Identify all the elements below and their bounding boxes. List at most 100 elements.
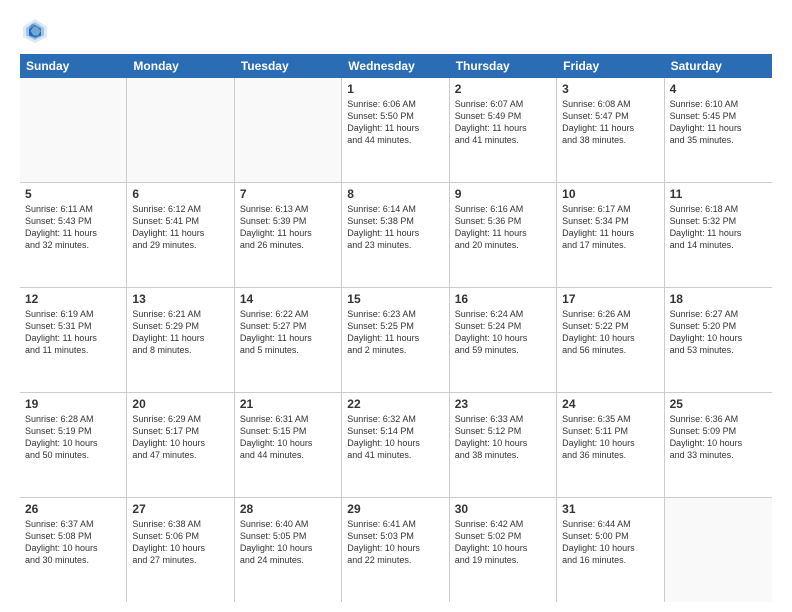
- calendar-cell-r3c3: 22 Sunrise: 6:32 AM Sunset: 5:14 PM Dayli…: [342, 393, 449, 497]
- calendar-cell-r0c1: [127, 78, 234, 182]
- day-info: Sunrise: 6:31 AM Sunset: 5:15 PM Dayligh…: [240, 413, 336, 462]
- calendar-header: SundayMondayTuesdayWednesdayThursdayFrid…: [20, 54, 772, 78]
- day-info: Sunrise: 6:10 AM Sunset: 5:45 PM Dayligh…: [670, 98, 767, 147]
- day-info: Sunrise: 6:36 AM Sunset: 5:09 PM Dayligh…: [670, 413, 767, 462]
- calendar-cell-r0c6: 4 Sunrise: 6:10 AM Sunset: 5:45 PM Daylig…: [665, 78, 772, 182]
- calendar-cell-r4c4: 30Sunrise: 6:42 AM Sunset: 5:02 PM Dayli…: [450, 498, 557, 602]
- day-number: 6: [132, 187, 228, 201]
- day-info: Sunrise: 6:07 AM Sunset: 5:49 PM Dayligh…: [455, 98, 551, 147]
- calendar-row-3: 19 Sunrise: 6:28 AM Sunset: 5:19 PM Dayli…: [20, 393, 772, 498]
- header-day-tuesday: Tuesday: [235, 54, 342, 78]
- calendar-cell-r0c4: 2 Sunrise: 6:07 AM Sunset: 5:49 PM Daylig…: [450, 78, 557, 182]
- day-number: 2: [455, 82, 551, 96]
- header-day-wednesday: Wednesday: [342, 54, 449, 78]
- calendar-cell-r0c3: 1 Sunrise: 6:06 AM Sunset: 5:50 PM Daylig…: [342, 78, 449, 182]
- day-number: 12: [25, 292, 121, 306]
- calendar-cell-r1c4: 9 Sunrise: 6:16 AM Sunset: 5:36 PM Daylig…: [450, 183, 557, 287]
- day-number: 5: [25, 187, 121, 201]
- day-info: Sunrise: 6:38 AM Sunset: 5:06 PM Dayligh…: [132, 518, 228, 567]
- day-info: Sunrise: 6:23 AM Sunset: 5:25 PM Dayligh…: [347, 308, 443, 357]
- day-number: 18: [670, 292, 767, 306]
- calendar-cell-r1c1: 6 Sunrise: 6:12 AM Sunset: 5:41 PM Daylig…: [127, 183, 234, 287]
- day-number: 19: [25, 397, 121, 411]
- day-number: 24: [562, 397, 658, 411]
- day-info: Sunrise: 6:17 AM Sunset: 5:34 PM Dayligh…: [562, 203, 658, 252]
- day-info: Sunrise: 6:18 AM Sunset: 5:32 PM Dayligh…: [670, 203, 767, 252]
- day-info: Sunrise: 6:13 AM Sunset: 5:39 PM Dayligh…: [240, 203, 336, 252]
- day-number: 28: [240, 502, 336, 516]
- day-number: 21: [240, 397, 336, 411]
- header-day-monday: Monday: [127, 54, 234, 78]
- calendar-cell-r0c0: [20, 78, 127, 182]
- day-info: Sunrise: 6:11 AM Sunset: 5:43 PM Dayligh…: [25, 203, 121, 252]
- day-info: Sunrise: 6:35 AM Sunset: 5:11 PM Dayligh…: [562, 413, 658, 462]
- day-number: 9: [455, 187, 551, 201]
- day-number: 13: [132, 292, 228, 306]
- day-info: Sunrise: 6:32 AM Sunset: 5:14 PM Dayligh…: [347, 413, 443, 462]
- calendar-cell-r4c0: 26 Sunrise: 6:37 AM Sunset: 5:08 PM Dayli…: [20, 498, 127, 602]
- day-info: Sunrise: 6:42 AM Sunset: 5:02 PM Dayligh…: [455, 518, 551, 567]
- calendar-cell-r2c6: 18 Sunrise: 6:27 AM Sunset: 5:20 PM Dayli…: [665, 288, 772, 392]
- logo: [20, 16, 54, 46]
- calendar-cell-r0c5: 3 Sunrise: 6:08 AM Sunset: 5:47 PM Daylig…: [557, 78, 664, 182]
- day-number: 22: [347, 397, 443, 411]
- day-number: 3: [562, 82, 658, 96]
- header-day-sunday: Sunday: [20, 54, 127, 78]
- day-number: 10: [562, 187, 658, 201]
- calendar-cell-r1c5: 10 Sunrise: 6:17 AM Sunset: 5:34 PM Dayli…: [557, 183, 664, 287]
- day-info: Sunrise: 6:40 AM Sunset: 5:05 PM Dayligh…: [240, 518, 336, 567]
- calendar-cell-r4c2: 28 Sunrise: 6:40 AM Sunset: 5:05 PM Dayli…: [235, 498, 342, 602]
- day-info: Sunrise: 6:33 AM Sunset: 5:12 PM Dayligh…: [455, 413, 551, 462]
- day-info: Sunrise: 6:29 AM Sunset: 5:17 PM Dayligh…: [132, 413, 228, 462]
- calendar-cell-r1c3: 8Sunrise: 6:14 AM Sunset: 5:38 PM Daylig…: [342, 183, 449, 287]
- day-info: Sunrise: 6:26 AM Sunset: 5:22 PM Dayligh…: [562, 308, 658, 357]
- day-number: 4: [670, 82, 767, 96]
- day-info: Sunrise: 6:06 AM Sunset: 5:50 PM Dayligh…: [347, 98, 443, 147]
- day-number: 23: [455, 397, 551, 411]
- calendar-row-1: 5 Sunrise: 6:11 AM Sunset: 5:43 PM Daylig…: [20, 183, 772, 288]
- day-number: 31: [562, 502, 658, 516]
- calendar-body: 1 Sunrise: 6:06 AM Sunset: 5:50 PM Daylig…: [20, 78, 772, 602]
- header-day-thursday: Thursday: [450, 54, 557, 78]
- calendar-cell-r2c2: 14Sunrise: 6:22 AM Sunset: 5:27 PM Dayli…: [235, 288, 342, 392]
- day-info: Sunrise: 6:12 AM Sunset: 5:41 PM Dayligh…: [132, 203, 228, 252]
- calendar-cell-r1c0: 5 Sunrise: 6:11 AM Sunset: 5:43 PM Daylig…: [20, 183, 127, 287]
- day-info: Sunrise: 6:41 AM Sunset: 5:03 PM Dayligh…: [347, 518, 443, 567]
- calendar-row-2: 12Sunrise: 6:19 AM Sunset: 5:31 PM Dayli…: [20, 288, 772, 393]
- calendar-cell-r2c1: 13 Sunrise: 6:21 AM Sunset: 5:29 PM Dayli…: [127, 288, 234, 392]
- day-info: Sunrise: 6:14 AM Sunset: 5:38 PM Dayligh…: [347, 203, 443, 252]
- day-info: Sunrise: 6:22 AM Sunset: 5:27 PM Dayligh…: [240, 308, 336, 357]
- day-number: 17: [562, 292, 658, 306]
- calendar-cell-r4c1: 27 Sunrise: 6:38 AM Sunset: 5:06 PM Dayli…: [127, 498, 234, 602]
- calendar-cell-r4c5: 31 Sunrise: 6:44 AM Sunset: 5:00 PM Dayli…: [557, 498, 664, 602]
- day-info: Sunrise: 6:44 AM Sunset: 5:00 PM Dayligh…: [562, 518, 658, 567]
- header: [20, 16, 772, 46]
- calendar-cell-r4c3: 29 Sunrise: 6:41 AM Sunset: 5:03 PM Dayli…: [342, 498, 449, 602]
- day-number: 27: [132, 502, 228, 516]
- day-number: 29: [347, 502, 443, 516]
- day-number: 1: [347, 82, 443, 96]
- calendar-cell-r3c5: 24 Sunrise: 6:35 AM Sunset: 5:11 PM Dayli…: [557, 393, 664, 497]
- calendar-cell-r4c6: [665, 498, 772, 602]
- calendar-cell-r2c0: 12Sunrise: 6:19 AM Sunset: 5:31 PM Dayli…: [20, 288, 127, 392]
- calendar-cell-r3c4: 23 Sunrise: 6:33 AM Sunset: 5:12 PM Dayli…: [450, 393, 557, 497]
- day-number: 11: [670, 187, 767, 201]
- day-number: 7: [240, 187, 336, 201]
- day-info: Sunrise: 6:16 AM Sunset: 5:36 PM Dayligh…: [455, 203, 551, 252]
- calendar-cell-r3c1: 20Sunrise: 6:29 AM Sunset: 5:17 PM Dayli…: [127, 393, 234, 497]
- day-info: Sunrise: 6:28 AM Sunset: 5:19 PM Dayligh…: [25, 413, 121, 462]
- calendar-cell-r1c2: 7 Sunrise: 6:13 AM Sunset: 5:39 PM Daylig…: [235, 183, 342, 287]
- day-info: Sunrise: 6:37 AM Sunset: 5:08 PM Dayligh…: [25, 518, 121, 567]
- day-number: 16: [455, 292, 551, 306]
- header-day-saturday: Saturday: [665, 54, 772, 78]
- day-info: Sunrise: 6:24 AM Sunset: 5:24 PM Dayligh…: [455, 308, 551, 357]
- day-number: 26: [25, 502, 121, 516]
- calendar-cell-r3c0: 19 Sunrise: 6:28 AM Sunset: 5:19 PM Dayli…: [20, 393, 127, 497]
- calendar-row-4: 26 Sunrise: 6:37 AM Sunset: 5:08 PM Dayli…: [20, 498, 772, 602]
- calendar-row-0: 1 Sunrise: 6:06 AM Sunset: 5:50 PM Daylig…: [20, 78, 772, 183]
- day-info: Sunrise: 6:08 AM Sunset: 5:47 PM Dayligh…: [562, 98, 658, 147]
- calendar-cell-r3c2: 21 Sunrise: 6:31 AM Sunset: 5:15 PM Dayli…: [235, 393, 342, 497]
- day-info: Sunrise: 6:21 AM Sunset: 5:29 PM Dayligh…: [132, 308, 228, 357]
- day-number: 15: [347, 292, 443, 306]
- day-info: Sunrise: 6:27 AM Sunset: 5:20 PM Dayligh…: [670, 308, 767, 357]
